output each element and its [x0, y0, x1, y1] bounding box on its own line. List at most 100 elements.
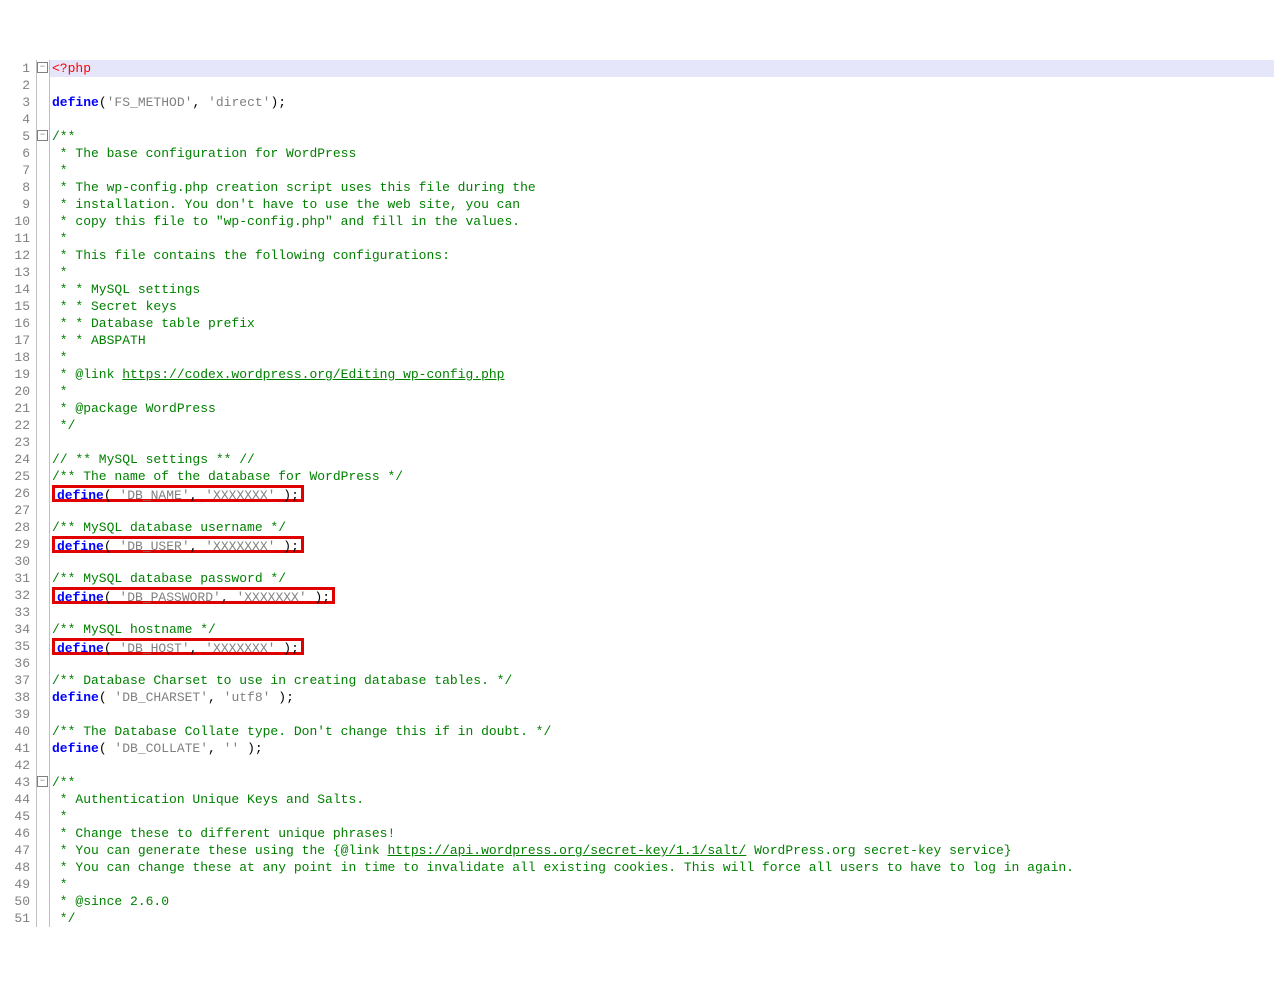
fold-margin[interactable]: [36, 162, 50, 179]
fold-toggle-icon[interactable]: −: [37, 776, 48, 787]
code-line[interactable]: 27: [0, 502, 1274, 519]
code-line[interactable]: 6 * The base configuration for WordPress: [0, 145, 1274, 162]
line-number[interactable]: 51: [0, 910, 36, 927]
fold-margin[interactable]: [36, 332, 50, 349]
fold-margin[interactable]: −: [36, 774, 50, 791]
code-content[interactable]: /**: [50, 774, 75, 791]
code-content[interactable]: /** MySQL database password */: [50, 570, 286, 587]
code-line[interactable]: 38define( 'DB_CHARSET', 'utf8' );: [0, 689, 1274, 706]
line-number[interactable]: 11: [0, 230, 36, 247]
code-content[interactable]: // ** MySQL settings ** //: [50, 451, 255, 468]
code-line[interactable]: 10 * copy this file to "wp-config.php" a…: [0, 213, 1274, 230]
line-number[interactable]: 34: [0, 621, 36, 638]
fold-margin[interactable]: [36, 655, 50, 672]
line-number[interactable]: 48: [0, 859, 36, 876]
code-line[interactable]: 7 *: [0, 162, 1274, 179]
line-number[interactable]: 2: [0, 77, 36, 94]
code-content[interactable]: [50, 757, 52, 774]
code-line[interactable]: 39: [0, 706, 1274, 723]
code-content[interactable]: [50, 77, 52, 94]
code-line[interactable]: 19 * @link https://codex.wordpress.org/E…: [0, 366, 1274, 383]
fold-margin[interactable]: [36, 536, 50, 553]
fold-margin[interactable]: [36, 706, 50, 723]
code-content[interactable]: [50, 604, 52, 621]
code-line[interactable]: 15 * * Secret keys: [0, 298, 1274, 315]
code-content[interactable]: * This file contains the following confi…: [50, 247, 450, 264]
code-content[interactable]: define('FS_METHOD', 'direct');: [50, 94, 286, 111]
fold-toggle-icon[interactable]: −: [37, 62, 48, 73]
code-content[interactable]: define( 'DB_CHARSET', 'utf8' );: [50, 689, 294, 706]
code-line[interactable]: 24 // ** MySQL settings ** //: [0, 451, 1274, 468]
code-content[interactable]: * copy this file to "wp-config.php" and …: [50, 213, 520, 230]
code-line[interactable]: 49 *: [0, 876, 1274, 893]
line-number[interactable]: 46: [0, 825, 36, 842]
code-line[interactable]: 33: [0, 604, 1274, 621]
code-content[interactable]: * * ABSPATH: [50, 332, 146, 349]
line-number[interactable]: 25: [0, 468, 36, 485]
fold-margin[interactable]: [36, 451, 50, 468]
fold-margin[interactable]: [36, 893, 50, 910]
code-content[interactable]: <?php: [50, 60, 91, 77]
line-number[interactable]: 40: [0, 723, 36, 740]
line-number[interactable]: 36: [0, 655, 36, 672]
code-line[interactable]: 16 * * Database table prefix: [0, 315, 1274, 332]
code-content[interactable]: define( 'DB_USER', 'XXXXXXX' );: [50, 536, 304, 553]
code-content[interactable]: define( 'DB_COLLATE', '' );: [50, 740, 263, 757]
code-content[interactable]: [50, 434, 52, 451]
code-line[interactable]: 2: [0, 77, 1274, 94]
line-number[interactable]: 37: [0, 672, 36, 689]
fold-margin[interactable]: [36, 349, 50, 366]
fold-margin[interactable]: [36, 689, 50, 706]
code-line[interactable]: 34/** MySQL hostname */: [0, 621, 1274, 638]
line-number[interactable]: 14: [0, 281, 36, 298]
line-number[interactable]: 47: [0, 842, 36, 859]
line-number[interactable]: 32: [0, 587, 36, 604]
code-line[interactable]: 25/** The name of the database for WordP…: [0, 468, 1274, 485]
line-number[interactable]: 31: [0, 570, 36, 587]
fold-margin[interactable]: [36, 502, 50, 519]
line-number[interactable]: 18: [0, 349, 36, 366]
code-line[interactable]: 44 * Authentication Unique Keys and Salt…: [0, 791, 1274, 808]
fold-margin[interactable]: −: [36, 128, 50, 145]
line-number[interactable]: 21: [0, 400, 36, 417]
fold-margin[interactable]: [36, 519, 50, 536]
code-line[interactable]: 22 */: [0, 417, 1274, 434]
line-number[interactable]: 3: [0, 94, 36, 111]
code-line[interactable]: 13 *: [0, 264, 1274, 281]
fold-margin[interactable]: [36, 264, 50, 281]
line-number[interactable]: 39: [0, 706, 36, 723]
code-line[interactable]: 35define( 'DB_HOST', 'XXXXXXX' );: [0, 638, 1274, 655]
fold-margin[interactable]: [36, 468, 50, 485]
line-number[interactable]: 8: [0, 179, 36, 196]
code-content[interactable]: define( 'DB_PASSWORD', 'XXXXXXX' );: [50, 587, 335, 604]
line-number[interactable]: 23: [0, 434, 36, 451]
code-content[interactable]: */: [50, 910, 75, 927]
code-content[interactable]: * * MySQL settings: [50, 281, 200, 298]
code-content[interactable]: *: [50, 264, 68, 281]
fold-margin[interactable]: [36, 910, 50, 927]
code-line[interactable]: 5−/**: [0, 128, 1274, 145]
fold-margin[interactable]: [36, 111, 50, 128]
code-line[interactable]: 28/** MySQL database username */: [0, 519, 1274, 536]
fold-toggle-icon[interactable]: −: [37, 130, 48, 141]
code-content[interactable]: *: [50, 349, 68, 366]
fold-margin[interactable]: [36, 791, 50, 808]
fold-margin[interactable]: [36, 485, 50, 502]
line-number[interactable]: 24: [0, 451, 36, 468]
code-line[interactable]: 9 * installation. You don't have to use …: [0, 196, 1274, 213]
code-line[interactable]: 18 *: [0, 349, 1274, 366]
fold-margin[interactable]: [36, 825, 50, 842]
fold-margin[interactable]: [36, 842, 50, 859]
code-line[interactable]: 40/** The Database Collate type. Don't c…: [0, 723, 1274, 740]
line-number[interactable]: 4: [0, 111, 36, 128]
line-number[interactable]: 45: [0, 808, 36, 825]
code-content[interactable]: * Authentication Unique Keys and Salts.: [50, 791, 364, 808]
code-line[interactable]: 21 * @package WordPress: [0, 400, 1274, 417]
fold-margin[interactable]: [36, 740, 50, 757]
fold-margin[interactable]: [36, 553, 50, 570]
line-number[interactable]: 27: [0, 502, 36, 519]
line-number[interactable]: 16: [0, 315, 36, 332]
code-line[interactable]: 31 /** MySQL database password */: [0, 570, 1274, 587]
code-content[interactable]: [50, 553, 52, 570]
code-line[interactable]: 20 *: [0, 383, 1274, 400]
